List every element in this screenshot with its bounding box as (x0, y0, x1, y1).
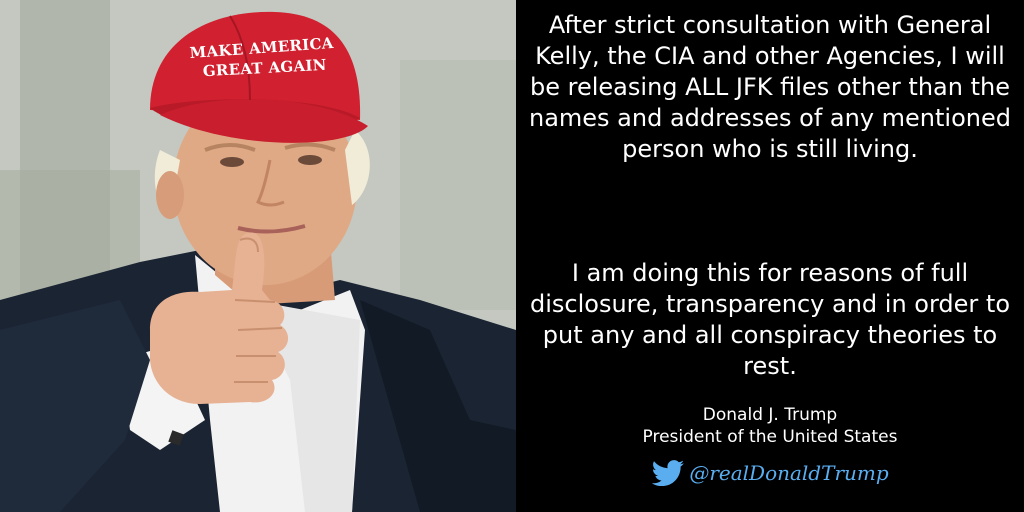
portrait-photo: MAKE AMERICA GREAT AGAIN (0, 0, 516, 512)
signature: Donald J. Trump President of the United … (516, 404, 1024, 448)
author-name: Donald J. Trump (702, 405, 838, 425)
twitter-handle-row: @realDonaldTrump (516, 458, 1024, 488)
tweet-paragraph-2: I am doing this for reasons of full disc… (529, 259, 1011, 380)
tweet-paragraph-1: After strict consultation with General K… (528, 11, 1011, 163)
twitter-bird-icon (651, 460, 685, 487)
author-title: President of the United States (642, 427, 898, 447)
twitter-handle[interactable]: @realDonaldTrump (689, 461, 888, 485)
image-frame: MAKE AMERICA GREAT AGAIN After strict co… (0, 0, 1024, 512)
portrait-illustration: MAKE AMERICA GREAT AGAIN (0, 0, 516, 512)
tweet-panel: After strict consultation with General K… (516, 0, 1024, 512)
